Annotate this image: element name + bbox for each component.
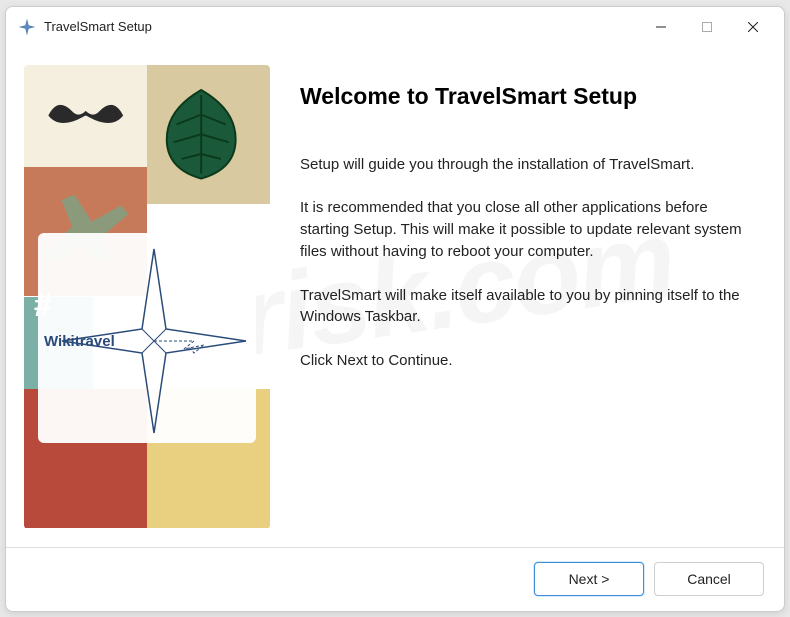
footer-bar: Next > Cancel: [6, 547, 784, 611]
titlebar: TravelSmart Setup: [6, 7, 784, 47]
mustache-icon: [39, 83, 132, 139]
installer-window: TravelSmart Setup pcrisk.com: [5, 6, 785, 612]
close-button[interactable]: [730, 11, 776, 43]
minimize-button[interactable]: [638, 11, 684, 43]
intro-paragraph-1: Setup will guide you through the install…: [300, 154, 748, 176]
cancel-button[interactable]: Cancel: [654, 562, 764, 596]
maximize-button[interactable]: [684, 11, 730, 43]
page-heading: Welcome to TravelSmart Setup: [300, 83, 748, 110]
intro-paragraph-3: TravelSmart will make itself available t…: [300, 285, 748, 329]
leaf-icon: [152, 74, 250, 195]
window-controls: [638, 11, 776, 43]
intro-paragraph-2: It is recommended that you close all oth…: [300, 197, 748, 262]
wikitravel-logo-text: Wikitravel: [44, 333, 115, 350]
app-icon: [18, 18, 36, 36]
window-title: TravelSmart Setup: [44, 19, 638, 34]
main-panel: Welcome to TravelSmart Setup Setup will …: [270, 47, 784, 547]
intro-paragraph-4: Click Next to Continue.: [300, 350, 748, 372]
next-button[interactable]: Next >: [534, 562, 644, 596]
content-area: pcrisk.com #: [6, 47, 784, 547]
sidebar-banner: # Wikitravel: [24, 65, 270, 529]
